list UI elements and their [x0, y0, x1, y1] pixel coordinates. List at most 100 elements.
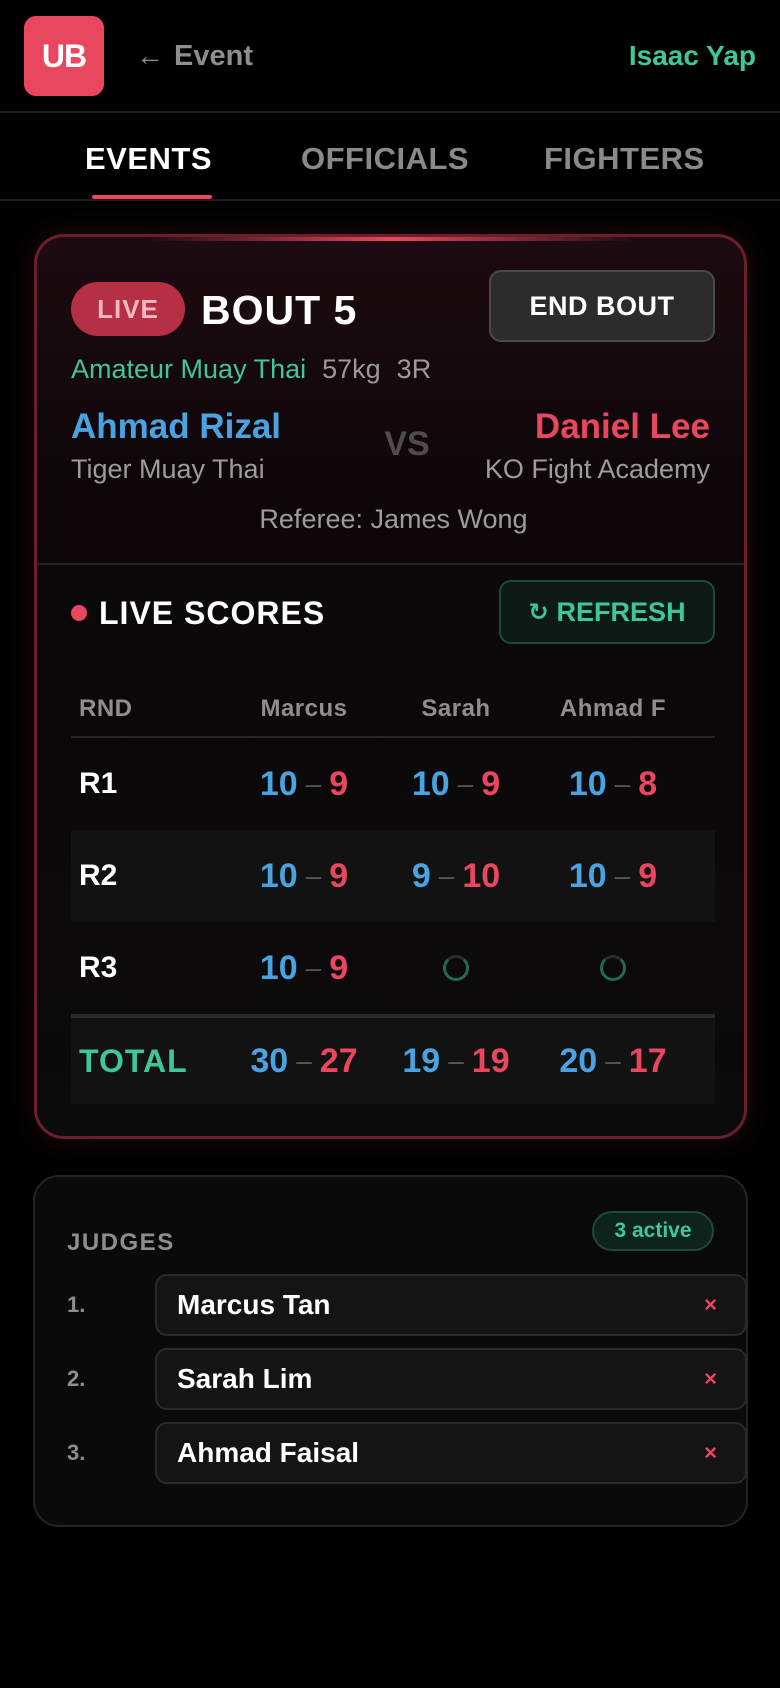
- score-dash: –: [305, 952, 322, 983]
- judges-card: JUDGES 3 active 1. Marcus Tan × 2. Sarah…: [33, 1175, 748, 1527]
- remove-judge-icon[interactable]: ×: [704, 1276, 717, 1334]
- remove-judge-icon[interactable]: ×: [704, 1350, 717, 1408]
- round-label: R1: [79, 767, 118, 800]
- table-row: R1 10–9 10–9 10–8: [71, 738, 715, 830]
- judge-entry[interactable]: Marcus Tan ×: [155, 1274, 747, 1336]
- bout-title: BOUT 5: [201, 287, 358, 333]
- nav-tabs: EVENTS OFFICIALS FIGHTERS: [0, 113, 780, 201]
- judge-entry[interactable]: Sarah Lim ×: [155, 1348, 747, 1410]
- active-tab-indicator: [92, 195, 212, 199]
- back-arrow-icon: ←: [136, 40, 164, 71]
- live-badge: LIVE: [71, 282, 185, 336]
- score-dash: –: [305, 768, 322, 799]
- score-table: RND Marcus Sarah Ahmad F R1 10–9 10–9 10…: [71, 682, 715, 1104]
- score-dash: –: [614, 860, 631, 891]
- live-scores-title: LIVE SCORES: [99, 595, 326, 631]
- blue-score: 10: [259, 764, 298, 803]
- total-cell: 30–27: [234, 1018, 374, 1104]
- score-dash: –: [614, 768, 631, 799]
- judge-row: 2. Sarah Lim ×: [67, 1348, 747, 1410]
- score-dash: –: [438, 860, 455, 891]
- judge-number: 1.: [67, 1292, 86, 1317]
- judge-name: Sarah Lim: [177, 1363, 313, 1394]
- blue-total: 19: [402, 1041, 441, 1080]
- top-bar: UB ← Event Isaac Yap: [0, 0, 780, 113]
- score-cell-pending: [386, 922, 526, 1014]
- judge-name: Ahmad Faisal: [177, 1437, 360, 1468]
- live-dot-icon: [71, 605, 87, 621]
- blue-total: 20: [559, 1041, 598, 1080]
- red-score: 9: [638, 856, 658, 895]
- score-dash: –: [296, 1045, 312, 1076]
- red-fighter-name: Daniel Lee: [534, 407, 710, 446]
- total-row: TOTAL 30–27 19–19 20–17: [71, 1014, 715, 1104]
- red-total: 27: [319, 1041, 358, 1080]
- back-label: Event: [174, 39, 253, 72]
- blue-score: 9: [411, 856, 431, 895]
- referee: Referee: James Wong: [259, 504, 528, 534]
- score-dash: –: [457, 768, 474, 799]
- score-cell: 10–9: [543, 830, 683, 922]
- active-count-badge: 3 active: [592, 1211, 714, 1251]
- table-header: RND Marcus Sarah Ahmad F: [71, 682, 715, 738]
- tab-fighters[interactable]: FIGHTERS: [544, 139, 705, 179]
- red-score: 8: [638, 764, 658, 803]
- card-glow: [147, 237, 637, 241]
- bout-meta: Amateur Muay Thai 57kg 3R: [71, 351, 431, 387]
- total-label: TOTAL: [79, 1042, 188, 1079]
- back-button[interactable]: ← Event: [136, 36, 253, 76]
- blue-score: 10: [259, 856, 298, 895]
- judge-entry[interactable]: Ahmad Faisal ×: [155, 1422, 747, 1484]
- red-total: 19: [471, 1041, 510, 1080]
- end-bout-button[interactable]: END BOUT: [489, 270, 715, 342]
- app-logo[interactable]: UB: [24, 16, 104, 96]
- judge-row: 3. Ahmad Faisal ×: [67, 1422, 747, 1484]
- judges-title: JUDGES: [67, 1229, 175, 1256]
- col-judge-1: Marcus: [260, 695, 348, 722]
- score-dash: –: [448, 1045, 464, 1076]
- bout-class: Amateur Muay Thai: [71, 354, 307, 384]
- score-dash: –: [305, 860, 322, 891]
- score-dash: –: [605, 1045, 621, 1076]
- red-score: 9: [329, 764, 349, 803]
- score-cell: 9–10: [386, 830, 526, 922]
- vs-label: VS: [384, 425, 430, 463]
- judge-name: Marcus Tan: [177, 1289, 331, 1320]
- refresh-icon: ↻: [528, 598, 549, 626]
- score-cell: 10–9: [234, 830, 374, 922]
- col-round: RND: [79, 695, 133, 722]
- refresh-button[interactable]: ↻ REFRESH: [499, 580, 715, 644]
- score-cell: 10–9: [234, 922, 374, 1014]
- judge-number: 2.: [67, 1366, 86, 1391]
- red-score: 10: [462, 856, 501, 895]
- score-cell: 10–8: [543, 738, 683, 830]
- tab-events[interactable]: EVENTS: [85, 139, 212, 179]
- blue-score: 10: [568, 856, 607, 895]
- blue-total: 30: [250, 1041, 289, 1080]
- score-cell: 10–9: [234, 738, 374, 830]
- refresh-label: REFRESH: [556, 596, 686, 627]
- red-score: 9: [329, 948, 349, 987]
- red-fighter-gym: KO Fight Academy: [484, 454, 710, 484]
- blue-fighter-gym: Tiger Muay Thai: [71, 454, 265, 484]
- remove-judge-icon[interactable]: ×: [704, 1424, 717, 1482]
- judge-number: 3.: [67, 1440, 86, 1465]
- score-cell: 10–9: [386, 738, 526, 830]
- red-score: 9: [481, 764, 501, 803]
- bout-card: LIVE BOUT 5 END BOUT Amateur Muay Thai 5…: [34, 234, 747, 1139]
- bout-weight: 57kg: [322, 354, 381, 384]
- blue-score: 10: [411, 764, 450, 803]
- blue-score: 10: [259, 948, 298, 987]
- section-divider: [37, 563, 744, 565]
- round-label: R2: [79, 859, 118, 892]
- judge-row: 1. Marcus Tan ×: [67, 1274, 747, 1336]
- total-cell: 20–17: [543, 1018, 683, 1104]
- tab-officials[interactable]: OFFICIALS: [301, 139, 469, 179]
- col-judge-2: Sarah: [421, 695, 491, 722]
- red-total: 17: [628, 1041, 667, 1080]
- red-score: 9: [329, 856, 349, 895]
- user-name[interactable]: Isaac Yap: [629, 36, 756, 76]
- score-cell-pending: [543, 922, 683, 1014]
- total-cell: 19–19: [386, 1018, 526, 1104]
- loading-spinner-icon: [443, 955, 469, 981]
